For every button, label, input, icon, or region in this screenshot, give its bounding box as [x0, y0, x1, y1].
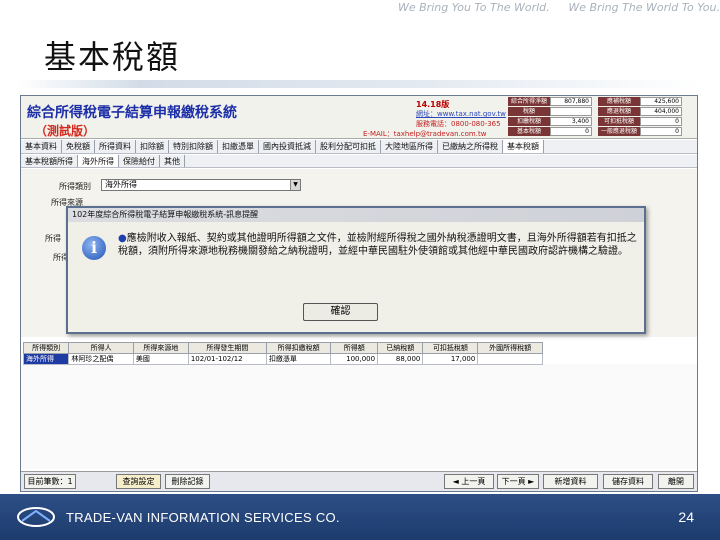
app-header: 綜合所得稅電子結算申報繳稅系統 （測試版） 14.18版 網址：www.tax.… — [21, 96, 697, 139]
bottom-toolbar: 目前筆數：1 查詢設定 刪除記錄 ◄ 上一頁 下一頁 ► 新增資料 儲存資料 離… — [21, 471, 697, 491]
menu-item[interactable]: 國內投資抵減 — [259, 140, 316, 153]
income-table: 所得類別 所得人 所得來源地 所得發生期間 所得扣繳稅額 所得額 已納稅額 可扣… — [22, 342, 543, 365]
app-website-link[interactable]: 網址：www.tax.nat.gov.tw — [416, 109, 506, 119]
column-header[interactable]: 外國所得稅額 — [477, 342, 543, 354]
table-cell[interactable]: 海外所得 — [22, 353, 70, 365]
column-header[interactable]: 所得人 — [68, 342, 134, 354]
app-window: 綜合所得稅電子結算申報繳稅系統 （測試版） 14.18版 網址：www.tax.… — [20, 95, 698, 492]
slide-title: 基本稅額 — [44, 38, 181, 76]
menu-item[interactable]: 扣繳憑單 — [218, 140, 259, 153]
submenu-item[interactable]: 基本稅額所得 — [21, 155, 78, 167]
summary-row: 稅額 應退稅額 404,000 — [508, 107, 697, 116]
table-cell[interactable] — [477, 353, 543, 365]
submenu-item[interactable]: 其他 — [160, 155, 185, 167]
title-underline — [18, 80, 702, 88]
menu-item[interactable]: 基本資料 — [21, 140, 62, 153]
tagline-right: We Bring The World To You. — [568, 1, 720, 14]
summary-row: 綜合所得淨額 807,880 應補稅額 425,600 — [508, 97, 697, 106]
menu-item[interactable]: 特別扣除額 — [169, 140, 218, 153]
next-page-button[interactable]: 下一頁 ► — [497, 474, 539, 489]
company-name: TRADE-VAN INFORMATION SERVICES CO. — [66, 510, 340, 525]
app-title: 綜合所得稅電子結算申報繳稅系統 — [27, 105, 237, 121]
company-logo-icon — [17, 507, 55, 527]
page-number: 24 — [678, 509, 694, 525]
menu-item[interactable]: 已繳納之所得稅 — [438, 140, 503, 153]
column-header[interactable]: 已納稅額 — [377, 342, 424, 354]
close-button[interactable]: 離開 — [658, 474, 694, 489]
bullet-icon: ● — [118, 233, 127, 244]
menu-item[interactable]: 股利分配可扣抵 — [316, 140, 381, 153]
income-label: 所得 — [45, 234, 61, 243]
table-empty-area — [21, 364, 697, 469]
menu-item[interactable]: 所得資料 — [95, 140, 136, 153]
message-dialog: 102年度綜合所得稅電子結算申報繳稅系統-訊息提醒 i ●應檢附收入報紙、契約或… — [66, 206, 646, 334]
column-header[interactable]: 所得發生期間 — [187, 342, 267, 354]
column-header[interactable]: 所得類別 — [22, 342, 70, 354]
app-email-link[interactable]: E-MAIL：taxhelp@tradevan.com.tw — [363, 129, 486, 139]
table-header-row: 所得類別 所得人 所得來源地 所得發生期間 所得扣繳稅額 所得額 已納稅額 可扣… — [22, 342, 543, 354]
menu-bar-primary: 基本資料 免稅額 所得資料 扣除額 特別扣除額 扣繳憑單 國內投資抵減 股利分配… — [21, 140, 697, 154]
table-cell[interactable]: 102/01-102/12 — [187, 353, 267, 365]
dialog-title: 102年度綜合所得稅電子結算申報繳稅系統-訊息提醒 — [68, 208, 644, 222]
delete-button[interactable]: 刪除記錄 — [165, 474, 210, 489]
slide-footer: TRADE-VAN INFORMATION SERVICES CO. 24 — [0, 494, 720, 540]
menu-item[interactable]: 大陸地區所得 — [381, 140, 438, 153]
record-count: 目前筆數：1 — [24, 474, 76, 489]
chevron-down-icon: ▼ — [290, 180, 300, 190]
submenu-item-overseas[interactable]: 海外所得 — [78, 155, 119, 167]
menu-item[interactable]: 免稅額 — [62, 140, 95, 153]
tagline-left: We Bring You To The World. — [398, 1, 550, 14]
add-button[interactable]: 新增資料 — [543, 474, 598, 489]
table-cell[interactable]: 扣繳憑單 — [265, 353, 332, 365]
submenu-item[interactable]: 保險給付 — [119, 155, 160, 167]
table-cell[interactable]: 17,000 — [422, 353, 479, 365]
summary-row: 基本稅額 0 一般應退稅額 0 — [508, 127, 697, 136]
query-button[interactable]: 查詢設定 — [116, 474, 161, 489]
menu-item[interactable]: 扣除額 — [136, 140, 169, 153]
table-cell[interactable]: 美國 — [132, 353, 189, 365]
tax-summary-panel: 綜合所得淨額 807,880 應補稅額 425,600 稅額 應退稅額 404,000… — [508, 97, 697, 137]
menu-item-basic-tax[interactable]: 基本稅額 — [503, 140, 544, 153]
table-cell[interactable]: 林阿珍之配偶 — [68, 353, 134, 365]
slide-tagline: We Bring You To The World. We Bring The … — [398, 1, 720, 17]
confirm-button[interactable]: 確認 — [303, 303, 378, 321]
column-header[interactable]: 可扣抵稅額 — [422, 342, 479, 354]
app-phone: 服務電話：0800-080-365 — [416, 120, 501, 128]
table-row[interactable]: 海外所得 林阿珍之配偶 美國 102/01-102/12 扣繳憑單 100,00… — [22, 353, 543, 365]
save-button[interactable]: 儲存資料 — [603, 474, 653, 489]
column-header[interactable]: 所得扣繳稅額 — [265, 342, 332, 354]
table-cell[interactable]: 88,000 — [377, 353, 424, 365]
income-type-label: 所得類別 — [59, 182, 91, 191]
column-header[interactable]: 所得額 — [330, 342, 379, 354]
prev-page-button[interactable]: ◄ 上一頁 — [444, 474, 494, 489]
income-type-select[interactable]: 海外所得 ▼ — [101, 179, 301, 191]
table-cell[interactable]: 100,000 — [330, 353, 379, 365]
column-header[interactable]: 所得來源地 — [132, 342, 189, 354]
summary-row: 扣繳稅額 3,400 可扣抵稅額 0 — [508, 117, 697, 126]
app-subtitle: （測試版） — [35, 124, 96, 138]
dialog-message: ●應檢附收入報紙、契約或其他證明所得額之文件，並檢附經所得稅之國外納稅憑證明文書… — [118, 233, 637, 257]
menu-bar-secondary: 基本稅額所得 海外所得 保險給付 其他 — [21, 155, 697, 168]
info-icon: i — [82, 236, 106, 260]
